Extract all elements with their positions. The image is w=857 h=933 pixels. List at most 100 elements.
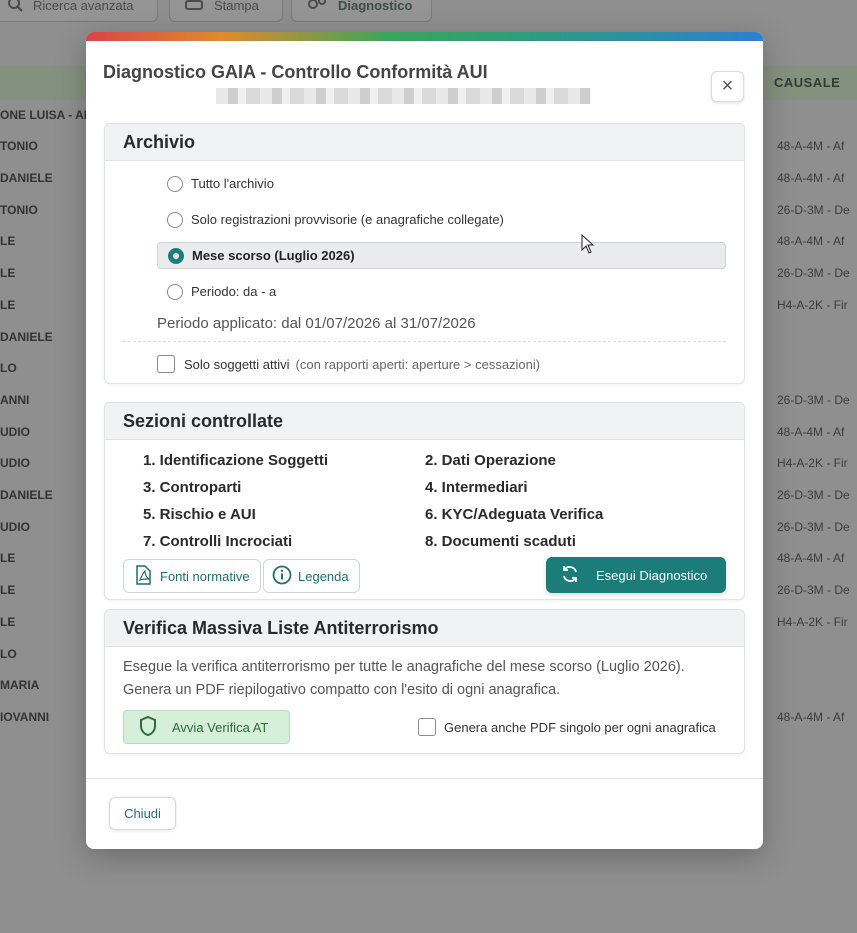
row-name: LE [0,583,16,597]
divider [123,341,726,342]
section-item: 7. Controlli Incrociati [143,533,293,550]
section-item: 4. Intermediari [425,479,528,496]
row-name: DANIELE [0,330,53,344]
row-name: UDIO [0,520,30,534]
sezioni-heading: Sezioni controllate [105,403,744,440]
section-item: 1. Identificazione Soggetti [143,452,329,469]
fonti-normative-button[interactable]: Fonti normative [123,559,261,593]
solo-attivi-checkbox[interactable] [157,355,175,373]
row-causale: 26-D-3M - De [777,488,850,502]
mouse-pointer-icon [581,233,595,259]
section-item: 5. Rischio e AUI [143,506,256,523]
row-causale: 26-D-3M - De [777,583,850,597]
row-name: DANIELE [0,171,53,185]
row-causale: H4-A-2K - Fir [777,298,848,312]
row-name: TONIO [0,203,38,217]
row-causale: 26-D-3M - De [777,520,850,534]
modal-title: Diagnostico GAIA - Controllo Conformità … [103,62,488,82]
row-name: UDIO [0,425,30,439]
solo-attivi-label: Solo soggetti attivi [184,356,290,372]
radio-button[interactable] [167,211,183,228]
radio-label: Solo registrazioni provvisorie (e anagra… [191,212,504,227]
radio-solo-provvisorie[interactable]: Solo registrazioni provvisorie (e anagra… [157,206,726,233]
row-name: UDIO [0,456,30,470]
fonti-normative-label: Fonti normative [160,568,250,584]
info-icon [272,565,292,588]
legenda-label: Legenda [298,568,349,584]
row-name: TONIO [0,139,38,153]
chiudi-label: Chiudi [124,806,161,821]
row-causale: H4-A-2K - Fir [777,615,848,629]
section-item: 3. Controparti [143,479,242,496]
legenda-button[interactable]: Legenda [263,559,360,593]
row-causale: 26-D-3M - De [777,393,850,407]
sezioni-card: Sezioni controllate 1. Identificazione S… [104,402,745,600]
row-name: IOVANNI [0,710,50,724]
chiudi-button[interactable]: Chiudi [109,797,176,830]
close-icon: × [721,75,734,97]
section-item: 6. KYC/Adeguata Verifica [425,506,604,523]
row-causale: 48-A-4M - Af [777,551,845,565]
row-name: LE [0,551,16,565]
advanced-search-label: Ricerca avanzata [33,0,134,13]
solo-attivi-hint: (con rapporti aperti: aperture > cessazi… [295,356,541,372]
row-name: LE [0,298,16,312]
section-item: 8. Documenti scaduti [425,533,576,550]
radio-label: Mese scorso (Luglio 2026) [192,248,355,263]
radio-periodo[interactable]: Periodo: da - a [157,278,726,305]
archivio-card: Archivio Tutto l'archivio Solo registraz… [104,123,745,384]
row-name: ONE LUISA - AB [0,108,93,122]
row-name: LO [0,647,17,661]
radio-mese-scorso[interactable]: Mese scorso (Luglio 2026) [157,242,726,269]
row-causale: 48-A-4M - Af [777,171,845,185]
close-button[interactable]: × [711,71,744,102]
verifica-description: Esegue la verifica antiterrorismo per tu… [123,659,685,698]
pdf-singolo-checkbox[interactable] [418,718,436,736]
row-causale: 26-D-3M - De [777,203,850,217]
esegui-diagnostico-button[interactable]: Esegui Diagnostico [546,557,726,593]
row-name: LE [0,234,16,248]
section-item: 2. Dati Operazione [425,452,556,469]
row-name: LE [0,615,16,629]
diagnostic-button[interactable]: Diagnostico [291,0,432,22]
row-causale: 48-A-4M - Af [777,234,845,248]
row-name: LO [0,361,17,375]
row-name: MARIA [0,678,40,692]
row-name: DANIELE [0,488,53,502]
footer-divider [86,778,763,779]
row-causale: 48-A-4M - Af [777,710,845,724]
archivio-heading: Archivio [105,124,744,161]
background-toolbar: Ricerca avanzata Stampa Diagnostico [0,0,857,32]
refresh-icon [560,564,580,587]
row-causale: 48-A-4M - Af [777,139,845,153]
modal-accent-bar [86,32,763,41]
shield-icon [138,715,158,740]
pdf-singolo-checkbox-row[interactable]: Genera anche PDF singolo per ogni anagra… [418,718,716,736]
row-causale: 48-A-4M - Af [777,425,845,439]
radio-button[interactable] [167,283,183,300]
periodo-applicato: Periodo applicato: dal 01/07/2026 al 31/… [157,315,476,332]
avvia-verifica-button[interactable]: Avvia Verifica AT [123,710,290,744]
radio-button[interactable] [167,175,183,192]
printer-icon [184,0,204,15]
pdf-icon [132,564,154,589]
radio-button-selected[interactable] [168,247,184,264]
radio-tutto-archivio[interactable]: Tutto l'archivio [157,170,726,197]
print-label: Stampa [214,0,259,13]
avvia-verifica-label: Avvia Verifica AT [172,719,269,735]
radio-label: Tutto l'archivio [191,176,274,191]
causale-column-header: CAUSALE [774,75,841,90]
verifica-card: Verifica Massiva Liste Antiterrorismo Es… [104,609,745,754]
solo-attivi-checkbox-row[interactable]: Solo soggetti attivi (con rapporti apert… [157,355,540,373]
pdf-singolo-label: Genera anche PDF singolo per ogni anagra… [444,719,716,735]
diagnostic-label: Diagnostico [338,0,413,13]
diagnostic-modal: Diagnostico GAIA - Controllo Conformità … [86,32,763,849]
cogs-icon [306,0,328,15]
esegui-diagnostico-label: Esegui Diagnostico [596,567,708,583]
radio-label: Periodo: da - a [191,284,277,299]
advanced-search-button[interactable]: Ricerca avanzata [0,0,158,22]
print-button[interactable]: Stampa [169,0,283,22]
row-causale: H4-A-2K - Fir [777,456,848,470]
verifica-heading: Verifica Massiva Liste Antiterrorismo [105,610,744,647]
row-name: LE [0,266,16,280]
